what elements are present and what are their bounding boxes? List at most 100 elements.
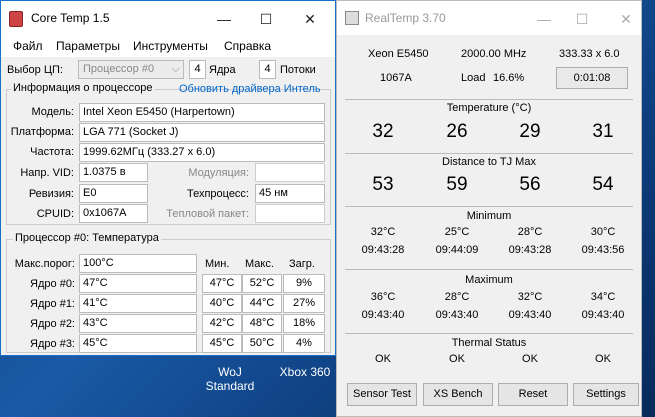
min-temp: 28°C bbox=[517, 226, 543, 238]
desktop-icon-woj-line2: Standard bbox=[205, 379, 255, 393]
cpu-multiplier: 333.33 x 6.0 bbox=[559, 48, 620, 60]
processor-info-title: Информация о процессоре bbox=[11, 82, 155, 94]
realtemp-titlebar[interactable]: RealTemp 3.70 — ☐ ✕ bbox=[337, 1, 641, 35]
divider bbox=[345, 333, 633, 334]
frequency-label: Частота: bbox=[30, 146, 74, 158]
core-label: Ядро #3: bbox=[30, 338, 75, 350]
cpu-name: Xeon E5450 bbox=[368, 48, 429, 60]
frequency-value: 1999.62МГц (333.27 x 6.0) bbox=[79, 143, 325, 162]
min-temp: 32°C bbox=[370, 226, 396, 238]
realtemp-title: RealTemp 3.70 bbox=[365, 11, 446, 25]
min-time: 09:43:28 bbox=[361, 244, 405, 256]
min-time: 09:43:28 bbox=[508, 244, 552, 256]
core-load: 27% bbox=[283, 294, 325, 313]
process-value: 45 нм bbox=[255, 184, 325, 203]
core-label: Ядро #0: bbox=[30, 278, 75, 290]
desktop-icon-woj-line1: WoJ bbox=[218, 365, 242, 379]
tdp-label: Тепловой пакет: bbox=[166, 208, 249, 220]
desktop-icon-xbox-label[interactable]: Xbox 360 bbox=[272, 365, 338, 379]
process-label: Техпроцесс: bbox=[186, 188, 249, 200]
thermal-status: OK bbox=[522, 353, 538, 365]
reset-button[interactable]: Reset bbox=[498, 383, 568, 406]
col-load-header: Загр. bbox=[289, 258, 315, 270]
cpu-mhz: 2000.00 MHz bbox=[461, 48, 527, 60]
update-drivers-link[interactable]: Обновить драйвера Интель bbox=[179, 83, 321, 95]
chevron-down-icon: ⌵ bbox=[171, 63, 180, 75]
minimize-icon[interactable]: — bbox=[531, 7, 557, 31]
core-min: 40°C bbox=[202, 294, 242, 313]
core-load: 4% bbox=[283, 334, 325, 353]
max-time: 09:43:40 bbox=[435, 309, 479, 321]
menu-file[interactable]: Файл bbox=[13, 39, 43, 53]
core-temp: 47°C bbox=[79, 274, 197, 293]
min-time: 09:44:09 bbox=[435, 244, 479, 256]
load-value: 16.6% bbox=[493, 72, 525, 84]
thermal-status: OK bbox=[449, 353, 465, 365]
core-temp: 29 bbox=[519, 121, 541, 142]
menu-help[interactable]: Справка bbox=[224, 39, 271, 53]
xs-bench-button[interactable]: XS Bench bbox=[423, 383, 493, 406]
maximum-title: Maximum bbox=[465, 274, 513, 286]
max-temp: 32°C bbox=[517, 291, 543, 303]
minimum-title: Minimum bbox=[466, 210, 512, 222]
divider bbox=[345, 206, 633, 207]
cores-count: 4 bbox=[189, 60, 206, 79]
vid-label: Напр. VID: bbox=[20, 167, 74, 179]
min-temp: 30°C bbox=[590, 226, 616, 238]
modulation-label: Модуляция: bbox=[188, 167, 249, 179]
divider bbox=[345, 269, 633, 270]
min-time: 09:43:56 bbox=[581, 244, 625, 256]
revision-value: E0 bbox=[79, 184, 148, 203]
menu-tools[interactable]: Инструменты bbox=[133, 39, 208, 53]
close-icon[interactable]: ✕ bbox=[613, 7, 639, 31]
platform-label: Платформа: bbox=[10, 126, 74, 138]
vid-value: 1.0375 в bbox=[79, 163, 148, 182]
col-max-header: Макс. bbox=[245, 258, 274, 270]
max-threshold-label: Макс.порог: bbox=[14, 258, 75, 270]
desktop-icon-woj-label[interactable]: WoJ Standard bbox=[200, 365, 260, 393]
col-min-header: Мин. bbox=[205, 258, 230, 270]
maximize-icon[interactable]: ☐ bbox=[569, 7, 595, 31]
minimize-icon[interactable]: — bbox=[211, 7, 237, 31]
core-temp: 32 bbox=[372, 121, 394, 142]
core-max: 44°C bbox=[242, 294, 282, 313]
coretemp-app-icon bbox=[9, 11, 23, 27]
max-threshold-value: 100°C bbox=[79, 254, 197, 273]
cpu-select[interactable]: Процессор #0 ⌵ bbox=[78, 60, 184, 79]
coretemp-menubar: Файл Параметры Инструменты Справка bbox=[1, 37, 335, 57]
close-icon[interactable]: ✕ bbox=[297, 7, 323, 31]
max-time: 09:43:40 bbox=[361, 309, 405, 321]
coretemp-title: Core Temp 1.5 bbox=[31, 11, 110, 25]
core-temp: 45°C bbox=[79, 334, 197, 353]
cpu-select-label: Выбор ЦП: bbox=[7, 64, 63, 76]
cores-label: Ядра bbox=[209, 64, 236, 76]
max-time: 09:43:40 bbox=[581, 309, 625, 321]
maximize-icon[interactable]: ☐ bbox=[253, 7, 279, 31]
core-max: 48°C bbox=[242, 314, 282, 333]
thermal-status: OK bbox=[375, 353, 391, 365]
core-label: Ядро #2: bbox=[30, 318, 75, 330]
core-max: 52°C bbox=[242, 274, 282, 293]
core-min: 47°C bbox=[202, 274, 242, 293]
cpu-select-value: Процессор #0 bbox=[83, 63, 155, 75]
temperature-title: Temperature (°C) bbox=[446, 102, 532, 114]
core-temp: 31 bbox=[592, 121, 614, 142]
modulation-value bbox=[255, 163, 325, 182]
settings-button[interactable]: Settings bbox=[573, 383, 639, 406]
coretemp-titlebar[interactable]: Core Temp 1.5 — ☐ ✕ bbox=[1, 1, 335, 37]
revision-label: Ревизия: bbox=[28, 188, 74, 200]
platform-value: LGA 771 (Socket J) bbox=[79, 123, 325, 142]
model-label: Модель: bbox=[31, 106, 74, 118]
thermal-status-title: Thermal Status bbox=[451, 337, 527, 349]
menu-options[interactable]: Параметры bbox=[56, 39, 120, 53]
tdp-value bbox=[255, 204, 325, 223]
core-distance: 56 bbox=[519, 174, 541, 195]
sensor-test-button[interactable]: Sensor Test bbox=[347, 383, 417, 406]
timer-display[interactable]: 0:01:08 bbox=[556, 67, 628, 89]
cpu-vid: 1067A bbox=[380, 72, 412, 84]
thermometer-icon bbox=[345, 11, 359, 25]
divider bbox=[345, 99, 633, 100]
core-load: 18% bbox=[283, 314, 325, 333]
core-temp: 43°C bbox=[79, 314, 197, 333]
max-temp: 36°C bbox=[370, 291, 396, 303]
